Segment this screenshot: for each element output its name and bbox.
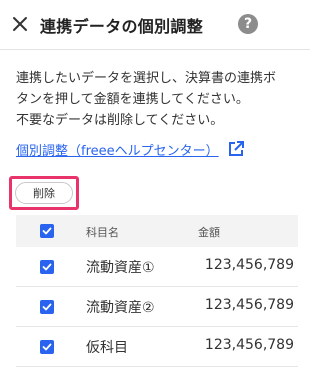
description-line: 不要なデータは削除してください。 <box>16 113 224 128</box>
column-header-name: 科目名 <box>86 226 119 239</box>
check-icon <box>42 263 52 271</box>
row-checkbox[interactable] <box>40 300 54 314</box>
row-amount: 123,456,789 <box>204 297 294 313</box>
row-amount: 123,456,789 <box>204 337 294 353</box>
column-header-amount: 金額 <box>198 226 220 239</box>
description: 連携したいデータを選択し、決算書の連携ボ タンを押して金額を連携してください。 … <box>16 68 298 131</box>
row-checkbox[interactable] <box>40 260 54 274</box>
check-icon <box>42 227 52 235</box>
row-account-name: 流動資産② <box>86 300 155 316</box>
description-line: タンを押して金額を連携してください。 <box>16 92 249 107</box>
row-amount: 123,456,789 <box>204 257 294 273</box>
help-button[interactable]: ? <box>238 14 258 34</box>
table-row: 流動資産② 123,456,789 <box>16 287 298 327</box>
delete-button[interactable]: 削除 <box>15 182 73 204</box>
row-checkbox[interactable] <box>40 340 54 354</box>
panel-header: 連携データの個別調整 ? <box>0 0 310 50</box>
description-line: 連携したいデータを選択し、決算書の連携ボ <box>16 71 277 86</box>
select-all-checkbox[interactable] <box>40 224 54 238</box>
help-center-link[interactable]: 個別調整（freeeヘルプセンター） <box>16 139 245 159</box>
table-header: 科目名 金額 <box>16 215 298 247</box>
row-account-name: 仮科目 <box>86 340 128 356</box>
check-icon <box>42 303 52 311</box>
close-icon <box>13 17 27 31</box>
table-row: 流動資産① 123,456,789 <box>16 247 298 287</box>
help-center-link-label: 個別調整（freeeヘルプセンター） <box>16 143 219 159</box>
help-icon: ? <box>243 16 253 32</box>
check-icon <box>42 343 52 351</box>
external-link-icon <box>228 141 244 156</box>
panel-title: 連携データの個別調整 <box>40 17 204 36</box>
table-row: 仮科目 123,456,789 <box>16 327 298 367</box>
adjustment-panel: 連携データの個別調整 ? 連携したいデータを選択し、決算書の連携ボ タンを押して… <box>0 0 310 374</box>
close-button[interactable] <box>10 14 30 34</box>
row-account-name: 流動資産① <box>86 260 155 276</box>
data-table: 科目名 金額 流動資産① 123,456,789 流動資産② 123,456,7… <box>16 215 298 367</box>
